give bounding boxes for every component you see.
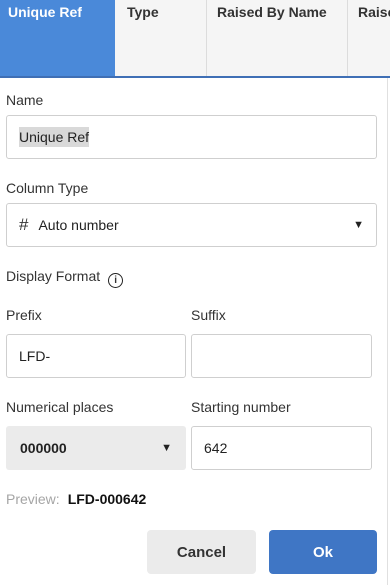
- caret-down-icon: ▼: [161, 442, 172, 454]
- column-type-value: Auto number: [38, 217, 119, 233]
- preview: Preview: LFD-000642: [6, 491, 146, 507]
- prefix-input-value: LFD-: [19, 348, 51, 364]
- display-format-text: Display Format: [6, 268, 101, 284]
- display-format-label: Display Format i: [6, 268, 124, 288]
- prefix-input[interactable]: LFD-: [6, 334, 186, 378]
- suffix-input[interactable]: [191, 334, 372, 378]
- ok-button[interactable]: Ok: [269, 530, 377, 574]
- column-header-raised-by-name[interactable]: Raised By Name: [209, 0, 348, 76]
- name-input[interactable]: Unique Ref: [6, 115, 377, 159]
- caret-down-icon: ▼: [353, 219, 364, 231]
- preview-value: LFD-000642: [67, 491, 147, 507]
- starting-number-input[interactable]: 642: [191, 426, 372, 470]
- prefix-label: Prefix: [6, 307, 42, 323]
- column-header-raised[interactable]: Raise: [350, 0, 390, 76]
- starting-number-label: Starting number: [191, 399, 291, 415]
- name-input-value: Unique Ref: [19, 127, 90, 147]
- info-icon[interactable]: i: [108, 273, 124, 288]
- column-type-select[interactable]: # Auto number ▼: [6, 203, 377, 247]
- numerical-places-select[interactable]: 000000 ▼: [6, 426, 186, 470]
- hash-icon: #: [19, 215, 29, 234]
- starting-number-value: 642: [204, 440, 228, 456]
- column-type-label: Column Type: [6, 180, 89, 196]
- column-header-type[interactable]: Type: [119, 0, 207, 76]
- table-header: Unique Ref Type Raised By Name Raise: [0, 0, 390, 78]
- preview-label: Preview:: [6, 491, 60, 507]
- cancel-button[interactable]: Cancel: [147, 530, 256, 574]
- name-label: Name: [6, 92, 44, 108]
- suffix-label: Suffix: [191, 307, 226, 323]
- numerical-places-label: Numerical places: [6, 399, 114, 415]
- numerical-places-value: 000000: [20, 440, 67, 456]
- column-header-unique-ref[interactable]: Unique Ref: [0, 0, 115, 76]
